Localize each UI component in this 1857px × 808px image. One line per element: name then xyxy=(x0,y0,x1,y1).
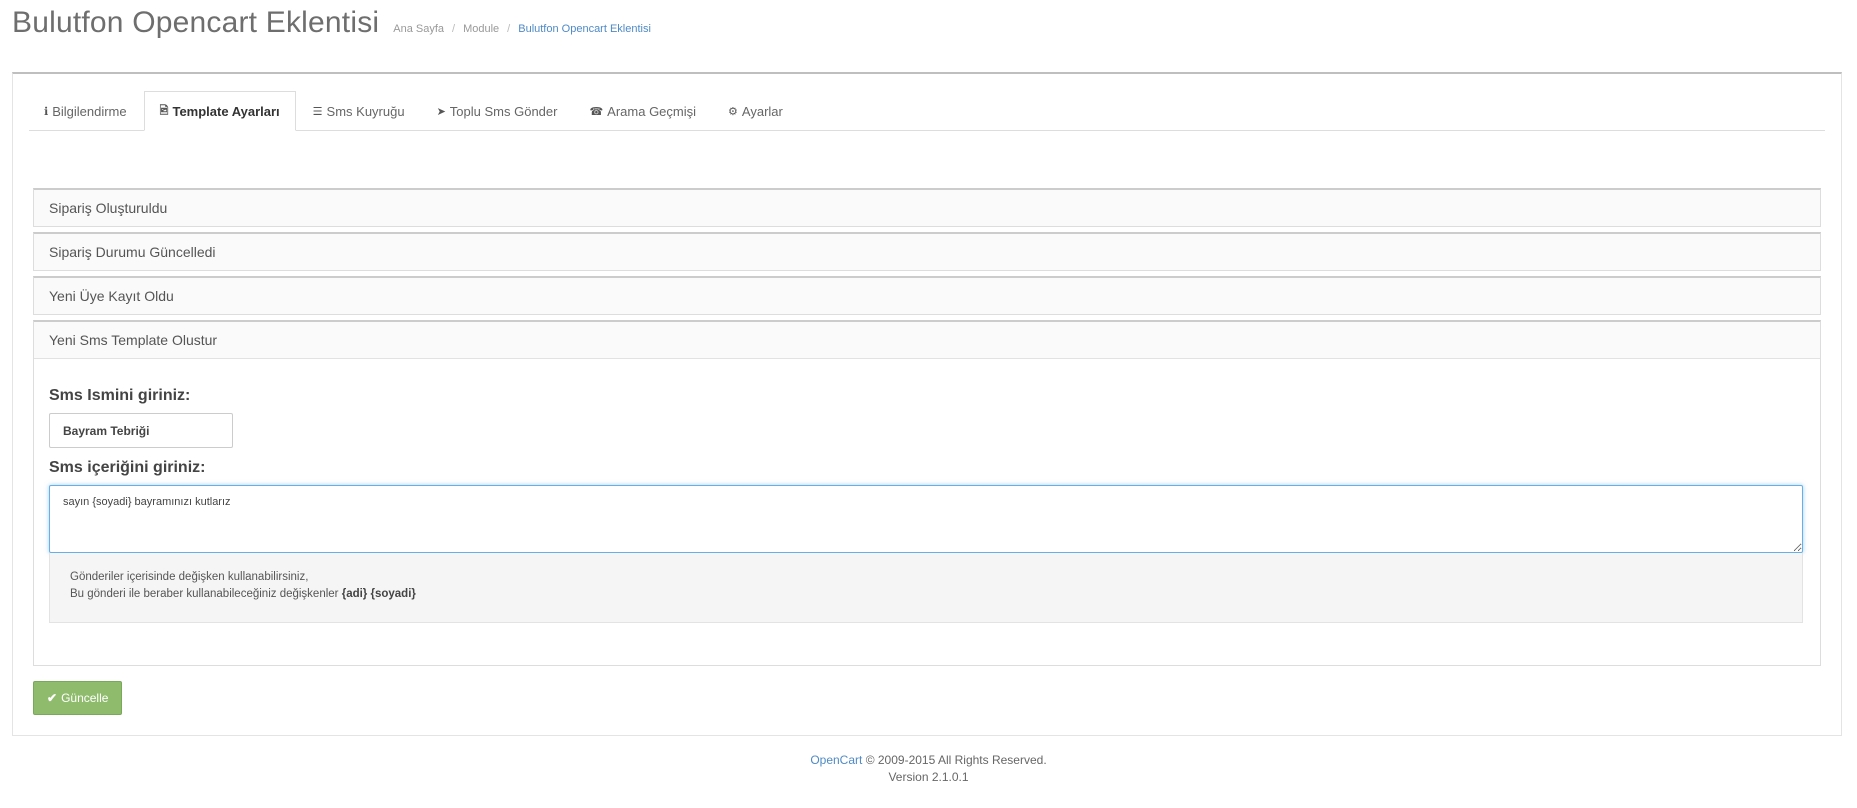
file-image-icon: 🖻 xyxy=(159,104,169,117)
gear-icon: ⚙ xyxy=(728,105,738,118)
variables-info-box: Gönderiler içerisinde değişken kullanabi… xyxy=(49,553,1803,623)
breadcrumb-separator: / xyxy=(452,23,456,35)
footer: OpenCart © 2009-2015 All Rights Reserved… xyxy=(0,752,1857,786)
footer-copyright-line: OpenCart © 2009-2015 All Rights Reserved… xyxy=(0,752,1857,769)
main-panel: ℹ Bilgilendirme 🖻 Template Ayarları ☰ Sm… xyxy=(12,72,1842,736)
variables-list: {adi} {soyadi} xyxy=(341,588,416,600)
page-header: Bulutfon Opencart Eklentisi Ana Sayfa / … xyxy=(12,6,651,46)
paper-plane-icon: ➤ xyxy=(436,105,446,118)
tab-sms-kuyrugu[interactable]: ☰ Sms Kuyruğu xyxy=(298,92,420,130)
tab-toplu-sms-gonder[interactable]: ➤ Toplu Sms Gönder xyxy=(422,92,573,130)
breadcrumb-home-link[interactable]: Ana Sayfa xyxy=(393,23,444,35)
check-icon: ✔ xyxy=(47,691,58,705)
update-button[interactable]: ✔ Güncelle xyxy=(33,681,123,715)
phone-square-icon: ☎ xyxy=(589,105,604,118)
update-button-label: Güncelle xyxy=(61,691,109,705)
list-icon: ☰ xyxy=(312,105,323,118)
version-text: Version 2.1.0.1 xyxy=(888,770,969,784)
tab-arama-gecmisi[interactable]: ☎ Arama Geçmişi xyxy=(574,92,711,130)
page-title: Bulutfon Opencart Eklentisi xyxy=(12,6,380,39)
tab-label: Ayarlar xyxy=(741,103,783,119)
copyright-text: © 2009-2015 All Rights Reserved. xyxy=(865,753,1047,767)
page: Bulutfon Opencart Eklentisi Ana Sayfa / … xyxy=(0,0,1857,808)
info-circle-icon: ℹ xyxy=(44,105,49,118)
tab-label: Sms Kuyruğu xyxy=(326,103,405,119)
tab-bilgilendirme[interactable]: ℹ Bilgilendirme xyxy=(29,92,142,130)
info-text-line: Gönderiler içerisinde değişken kullanabi… xyxy=(70,571,309,583)
breadcrumb-module-link[interactable]: Module xyxy=(463,23,499,35)
accordion-item-siparis-durumu: Sipariş Durumu Güncelledi xyxy=(33,232,1821,271)
accordion-item-yeni-template: Yeni Sms Template Olustur Sms Ismini gir… xyxy=(33,320,1821,666)
accordion-header[interactable]: Yeni Sms Template Olustur xyxy=(34,322,1820,359)
template-accordion: Sipariş Oluşturuldu Sipariş Durumu Günce… xyxy=(33,188,1821,666)
accordion-header[interactable]: Sipariş Durumu Güncelledi xyxy=(34,234,1820,270)
breadcrumb: Ana Sayfa / Module / Bulutfon Opencart E… xyxy=(393,23,651,35)
sms-name-label: Sms Ismini giriniz: xyxy=(49,387,191,404)
sms-content-textarea[interactable]: sayın {soyadi} bayramınızı kutlarız xyxy=(49,485,1803,553)
info-text: Bu gönderi ile beraber kullanabileceğini… xyxy=(70,588,339,600)
accordion-item-siparis-olusturuldu: Sipariş Oluşturuldu xyxy=(33,188,1821,227)
tab-bar: ℹ Bilgilendirme 🖻 Template Ayarları ☰ Sm… xyxy=(29,90,1825,131)
tab-template-ayarlari[interactable]: 🖻 Template Ayarları xyxy=(143,91,296,131)
new-template-form: Sms Ismini giriniz: Sms içeriğini girini… xyxy=(34,359,1820,665)
tab-label: Arama Geçmişi xyxy=(607,103,697,119)
sms-content-label: Sms içeriğini giriniz: xyxy=(49,459,206,476)
accordion-header[interactable]: Yeni Üye Kayıt Oldu xyxy=(34,278,1820,314)
tab-ayarlar[interactable]: ⚙ Ayarlar xyxy=(713,92,798,130)
info-text-line: Bu gönderi ile beraber kullanabileceğini… xyxy=(70,586,1782,603)
tab-label: Toplu Sms Gönder xyxy=(449,103,558,119)
opencart-link[interactable]: OpenCart xyxy=(810,753,862,767)
tab-label: Bilgilendirme xyxy=(52,103,127,119)
accordion-item-yeni-uye: Yeni Üye Kayıt Oldu xyxy=(33,276,1821,315)
sms-name-input[interactable] xyxy=(49,413,233,448)
accordion-header[interactable]: Sipariş Oluşturuldu xyxy=(34,190,1820,226)
breadcrumb-current-link[interactable]: Bulutfon Opencart Eklentisi xyxy=(518,23,651,35)
tab-label: Template Ayarları xyxy=(172,103,280,119)
breadcrumb-separator: / xyxy=(507,23,511,35)
